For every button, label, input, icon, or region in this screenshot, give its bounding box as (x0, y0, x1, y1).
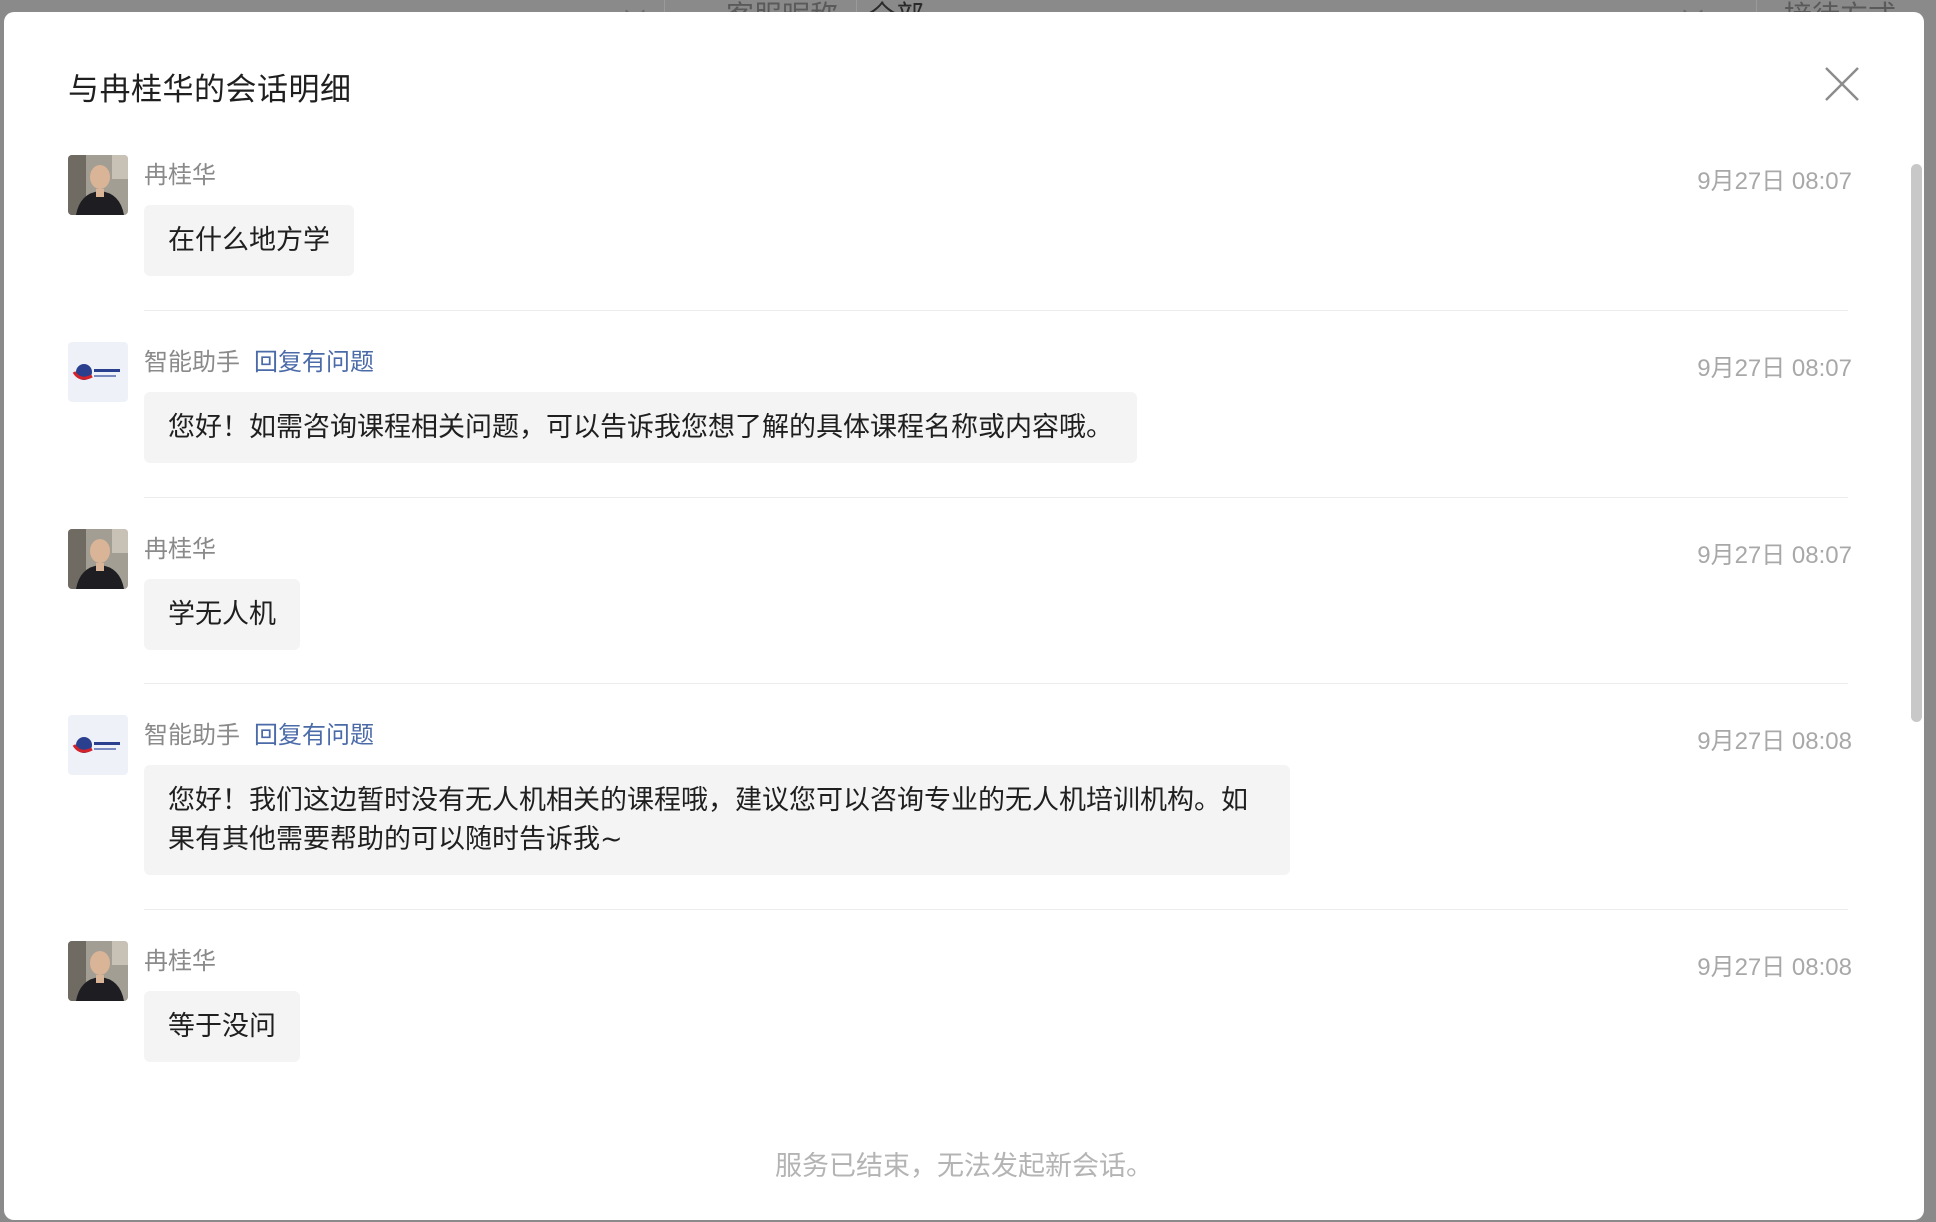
sender-row: 冉桂华 (144, 155, 216, 189)
message-divider (144, 683, 1848, 684)
message-timestamp: 9月27日 08:07 (1697, 168, 1852, 195)
sender-name: 智能助手 (144, 347, 240, 376)
message-timestamp: 9月27日 08:07 (1697, 542, 1852, 569)
user-avatar[interactable] (68, 941, 128, 1001)
sender-name: 冉桂华 (144, 160, 216, 189)
session-ended-note: 服务已结束，无法发起新会话。 (775, 1151, 1153, 1182)
user-avatar[interactable] (68, 155, 128, 215)
message-bubble: 学无人机 (144, 579, 300, 650)
sender-name: 冉桂华 (144, 946, 216, 975)
message-divider (144, 497, 1848, 498)
conversation-detail-dialog: 与冉桂华的会话明细 冉桂华 9月27日 08:07 在什么地方学 智能助手 回复… (4, 12, 1924, 1220)
message-timestamp: 9月27日 08:08 (1697, 954, 1852, 981)
message-bubble: 您好！如需咨询课程相关问题，可以告诉我您想了解的具体课程名称或内容哦。 (144, 392, 1137, 463)
message-divider (144, 909, 1848, 910)
dialog-title: 与冉桂华的会话明细 (68, 72, 352, 108)
sender-row: 智能助手 回复有问题 (144, 715, 374, 749)
close-button[interactable] (1820, 62, 1864, 106)
message-timestamp: 9月27日 08:07 (1697, 355, 1852, 382)
sender-name: 智能助手 (144, 720, 240, 749)
assistant-avatar[interactable] (68, 342, 128, 402)
message-timestamp: 9月27日 08:08 (1697, 728, 1852, 755)
scrollbar-thumb[interactable] (1911, 164, 1922, 722)
scrollbar[interactable] (1911, 154, 1922, 1194)
message-bubble: 在什么地方学 (144, 205, 354, 276)
user-avatar[interactable] (68, 529, 128, 589)
message-bubble: 等于没问 (144, 991, 300, 1062)
sender-row: 冉桂华 (144, 529, 216, 563)
sender-row: 冉桂华 (144, 941, 216, 975)
message-bubble: 您好！我们这边暂时没有无人机相关的课程哦，建议您可以咨询专业的无人机培训机构。如… (144, 765, 1290, 875)
report-issue-link[interactable]: 回复有问题 (254, 342, 374, 377)
close-icon (1825, 67, 1859, 101)
sender-row: 智能助手 回复有问题 (144, 342, 374, 376)
message-divider (144, 310, 1848, 311)
report-issue-link[interactable]: 回复有问题 (254, 715, 374, 750)
assistant-avatar[interactable] (68, 715, 128, 775)
sender-name: 冉桂华 (144, 534, 216, 563)
